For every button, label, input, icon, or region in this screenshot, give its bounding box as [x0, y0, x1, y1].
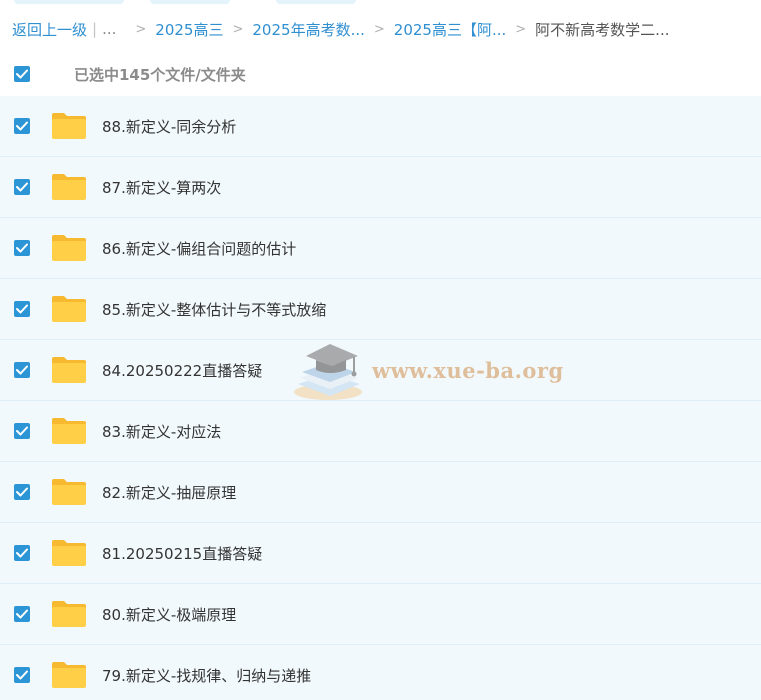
list-item[interactable]: 88.新定义-同余分析 — [0, 96, 761, 157]
checkmark-icon — [16, 121, 28, 131]
checkmark-icon — [16, 182, 28, 192]
checkmark-icon — [16, 365, 28, 375]
breadcrumb-divider: | — [92, 20, 98, 38]
select-all-checkbox[interactable] — [14, 66, 30, 82]
checkmark-icon — [16, 243, 28, 253]
folder-icon — [52, 174, 86, 200]
row-checkbox[interactable] — [14, 301, 30, 317]
file-name: 80.新定义-极端原理 — [102, 606, 237, 624]
file-name: 79.新定义-找规律、归纳与递推 — [102, 667, 312, 685]
folder-icon — [52, 235, 86, 261]
list-item[interactable]: 86.新定义-偏组合问题的估计 — [0, 218, 761, 279]
file-name: 86.新定义-偏组合问题的估计 — [102, 240, 297, 258]
selection-bar: 已选中145个文件/文件夹 — [0, 58, 761, 94]
folder-icon — [52, 418, 86, 444]
checkmark-icon — [16, 69, 28, 79]
list-item[interactable]: 83.新定义-对应法 — [0, 401, 761, 462]
row-checkbox[interactable] — [14, 423, 30, 439]
checkmark-icon — [16, 487, 28, 497]
breadcrumb-item[interactable]: 2025高三 — [155, 19, 223, 40]
chevron-right-icon: > — [135, 21, 147, 37]
folder-icon — [52, 601, 86, 627]
breadcrumb-item[interactable]: 2025高三【阿... — [394, 19, 506, 40]
folder-icon — [52, 296, 86, 322]
row-checkbox[interactable] — [14, 667, 30, 683]
list-item[interactable]: 81.20250215直播答疑 — [0, 523, 761, 584]
row-checkbox[interactable] — [14, 362, 30, 378]
chevron-right-icon: > — [373, 21, 385, 37]
top-tab-fragment — [150, 0, 230, 4]
checkmark-icon — [16, 548, 28, 558]
row-checkbox[interactable] — [14, 179, 30, 195]
checkmark-icon — [16, 670, 28, 680]
file-name: 84.20250222直播答疑 — [102, 362, 263, 380]
folder-icon — [52, 113, 86, 139]
list-item[interactable]: 84.20250222直播答疑 — [0, 340, 761, 401]
row-checkbox[interactable] — [14, 606, 30, 622]
folder-icon — [52, 479, 86, 505]
breadcrumb-ellipsis[interactable]: ... — [102, 20, 116, 38]
list-item[interactable]: 79.新定义-找规律、归纳与递推 — [0, 645, 761, 700]
row-checkbox[interactable] — [14, 240, 30, 256]
back-link[interactable]: 返回上一级 — [12, 19, 87, 40]
top-tab-strip — [0, 0, 761, 4]
row-checkbox[interactable] — [14, 484, 30, 500]
selection-count: 已选中145个文件/文件夹 — [74, 66, 246, 84]
chevron-right-icon: > — [515, 21, 527, 37]
breadcrumb-current: 阿不新高考数学二... — [535, 20, 670, 39]
row-checkbox[interactable] — [14, 118, 30, 134]
row-checkbox[interactable] — [14, 545, 30, 561]
folder-icon — [52, 540, 86, 566]
file-name: 82.新定义-抽屉原理 — [102, 484, 237, 502]
top-tab-fragment — [14, 0, 124, 4]
list-item[interactable]: 87.新定义-算两次 — [0, 157, 761, 218]
list-item[interactable]: 82.新定义-抽屉原理 — [0, 462, 761, 523]
breadcrumb-item[interactable]: 2025年高考数... — [252, 19, 364, 40]
file-name: 83.新定义-对应法 — [102, 423, 222, 441]
top-tab-fragment — [276, 0, 356, 4]
checkmark-icon — [16, 609, 28, 619]
file-list: 88.新定义-同余分析 87.新定义-算两次 86.新定义-偏组合问题的估计 8… — [0, 96, 761, 700]
folder-icon — [52, 357, 86, 383]
file-name: 81.20250215直播答疑 — [102, 545, 263, 563]
list-item[interactable]: 85.新定义-整体估计与不等式放缩 — [0, 279, 761, 340]
file-name: 88.新定义-同余分析 — [102, 118, 237, 136]
chevron-right-icon: > — [232, 21, 244, 37]
list-item[interactable]: 80.新定义-极端原理 — [0, 584, 761, 645]
file-name: 85.新定义-整体估计与不等式放缩 — [102, 301, 327, 319]
checkmark-icon — [16, 304, 28, 314]
file-name: 87.新定义-算两次 — [102, 179, 222, 197]
checkmark-icon — [16, 426, 28, 436]
breadcrumb: 返回上一级 | ... > 2025高三 > 2025年高考数... > 202… — [12, 18, 669, 40]
folder-icon — [52, 662, 86, 688]
file-browser-page: 返回上一级 | ... > 2025高三 > 2025年高考数... > 202… — [0, 0, 761, 700]
